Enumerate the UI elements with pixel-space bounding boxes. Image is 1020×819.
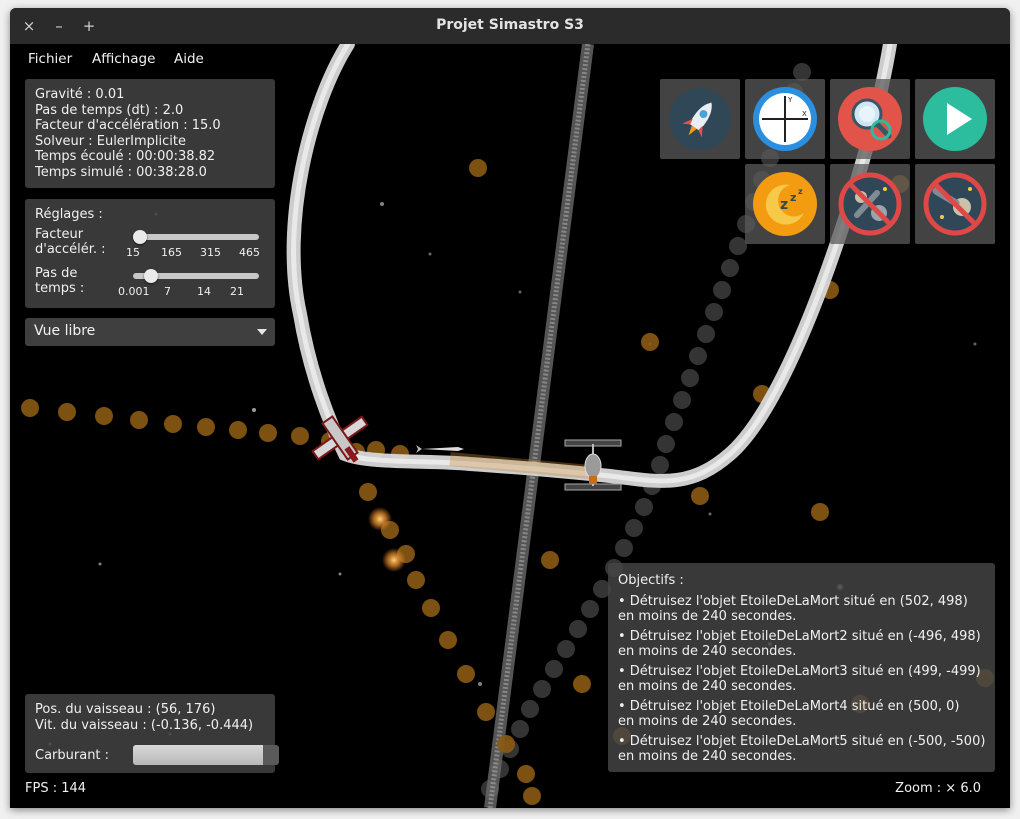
- timestep-slider[interactable]: [133, 269, 259, 283]
- timestep-label-line2: temps :: [35, 281, 85, 296]
- accel-slider-label: Facteur d'accélér. :: [35, 227, 106, 257]
- svg-text:Y: Y: [787, 96, 793, 104]
- no-asteroid-icon: [838, 172, 902, 236]
- accel-tick: 465: [239, 246, 260, 259]
- solver-text: Solveur : EulerImplicite: [35, 133, 186, 149]
- explosion-glow: [368, 507, 392, 531]
- tool-no-comet-button[interactable]: [915, 164, 995, 244]
- view-mode-value: Vue libre: [34, 323, 96, 339]
- menu-aide[interactable]: Aide: [174, 51, 204, 67]
- objective-item: • Détruisez l'objet EtoileDeLaMort3 situ…: [618, 664, 995, 694]
- objective-item: • Détruisez l'objet EtoileDeLaMort2 situ…: [618, 629, 995, 659]
- accel-tick: 315: [200, 246, 221, 259]
- play-icon: [923, 87, 987, 151]
- tool-no-asteroid-button[interactable]: [830, 164, 910, 244]
- info-panel: Gravité : 0.01 Pas de temps (dt) : 2.0 F…: [25, 79, 275, 188]
- menu-affichage[interactable]: Affichage: [92, 51, 155, 67]
- accel-slider-thumb[interactable]: [133, 230, 147, 244]
- objective-item: • Détruisez l'objet EtoileDeLaMort5 situ…: [618, 734, 995, 764]
- timestep-slider-label: Pas de temps :: [35, 266, 84, 296]
- ship-status-panel: Pos. du vaisseau : (56, 176) Vit. du vai…: [25, 694, 279, 773]
- acceleration-text: Facteur d'accélération : 15.0: [35, 118, 221, 133]
- fuel-gauge: [133, 745, 279, 765]
- objective-item: • Détruisez l'objet EtoileDeLaMort4 situ…: [618, 699, 995, 729]
- accel-tick: 15: [126, 246, 140, 259]
- objective-deadline: en moins de 240 secondes.: [618, 609, 797, 624]
- view-mode-select[interactable]: Vue libre: [25, 318, 275, 346]
- accel-tick: 165: [161, 246, 182, 259]
- timestep-label-line1: Pas de: [35, 266, 78, 281]
- objective-text: • Détruisez l'objet EtoileDeLaMort2 situ…: [618, 629, 981, 644]
- axes-icon: Y X: [753, 87, 817, 151]
- objective-text: • Détruisez l'objet EtoileDeLaMort3 situ…: [618, 664, 981, 679]
- sleep-moon-icon: z z z: [753, 172, 817, 236]
- objective-deadline: en moins de 240 secondes.: [618, 679, 797, 694]
- objective-deadline: en moins de 240 secondes.: [618, 714, 797, 729]
- timestep-tick: 21: [230, 285, 244, 298]
- svg-text:z: z: [790, 191, 796, 204]
- accel-slider[interactable]: [133, 230, 259, 244]
- objective-text: • Détruisez l'objet EtoileDeLaMort5 situ…: [618, 734, 986, 749]
- objective-deadline: en moins de 240 secondes.: [618, 644, 797, 659]
- rocket-icon: [669, 88, 731, 150]
- objectives-title: Objectifs :: [618, 573, 684, 588]
- zoom-level: Zoom : × 6.0: [895, 781, 981, 796]
- chevron-down-icon: [257, 329, 267, 335]
- tool-axes-button[interactable]: Y X: [745, 79, 825, 159]
- timestep-slider-thumb[interactable]: [144, 269, 159, 283]
- svg-text:X: X: [802, 110, 807, 118]
- fuel-gauge-fill: [133, 745, 263, 765]
- gravity-text: Gravité : 0.01: [35, 87, 125, 102]
- timestep-tick: 14: [197, 285, 211, 298]
- timestep-text: Pas de temps (dt) : 2.0: [35, 102, 184, 118]
- timestep-tick: 0.001: [118, 285, 150, 298]
- title-bar: × – + Projet Simastro S3: [10, 8, 1010, 44]
- window-title: Projet Simastro S3: [436, 17, 584, 33]
- accel-label-line2: d'accélér. :: [35, 242, 106, 257]
- ship-velocity-text: Vit. du vaisseau : (-0.136, -0.444): [35, 718, 254, 733]
- objective-text: • Détruisez l'objet EtoileDeLaMort situé…: [618, 594, 968, 609]
- tool-sleep-button[interactable]: z z z: [745, 164, 825, 244]
- timestep-tick: 7: [164, 285, 171, 298]
- tool-rocket-button[interactable]: [660, 79, 740, 159]
- settings-panel: Réglages : Facteur d'accélér. : 15 165 3…: [25, 199, 275, 308]
- accel-label-line1: Facteur: [35, 227, 84, 242]
- magnifier-icon: [838, 87, 902, 151]
- objective-deadline: en moins de 240 secondes.: [618, 749, 797, 764]
- svg-text:z: z: [798, 187, 803, 196]
- fps-counter: FPS : 144: [25, 781, 87, 796]
- no-comet-icon: [923, 172, 987, 236]
- ship-position-text: Pos. du vaisseau : (56, 176): [35, 702, 216, 717]
- menu-bar: Fichier Affichage Aide: [10, 44, 410, 72]
- objective-item: • Détruisez l'objet EtoileDeLaMort situé…: [618, 594, 995, 624]
- objectives-panel: Objectifs : • Détruisez l'objet EtoileDe…: [608, 563, 995, 772]
- objective-text: • Détruisez l'objet EtoileDeLaMort4 situ…: [618, 699, 960, 714]
- elapsed-time-text: Temps écoulé : 00:00:38.82: [35, 149, 216, 164]
- settings-title: Réglages :: [35, 207, 103, 222]
- simulated-time-text: Temps simulé : 00:38:28.0: [35, 164, 207, 180]
- tool-play-button[interactable]: [915, 79, 995, 159]
- app-window: × – + Projet Simastro S3 Fichier Afficha…: [10, 8, 1010, 808]
- fuel-label: Carburant :: [35, 748, 110, 763]
- menu-fichier[interactable]: Fichier: [28, 51, 72, 67]
- svg-text:z: z: [780, 197, 788, 213]
- tool-magnifier-button[interactable]: [830, 79, 910, 159]
